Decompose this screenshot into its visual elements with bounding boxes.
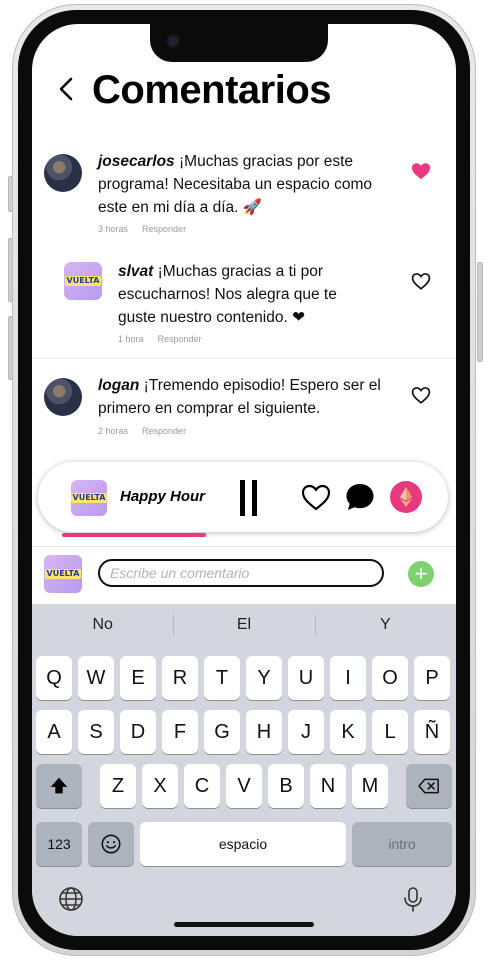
comment-time: 1 hora — [118, 334, 144, 344]
key-t[interactable]: T — [204, 656, 240, 700]
key-m[interactable]: M — [352, 764, 388, 808]
key-g[interactable]: G — [204, 710, 240, 754]
globe-icon[interactable] — [58, 886, 84, 912]
avatar: VUELTA — [44, 555, 82, 593]
space-key[interactable]: espacio — [140, 822, 346, 866]
logo-text: VUELTA — [70, 493, 108, 503]
avatar[interactable] — [44, 378, 82, 416]
key-j[interactable]: J — [288, 710, 324, 754]
home-indicator — [174, 922, 314, 927]
key-a[interactable]: A — [36, 710, 72, 754]
key-q[interactable]: Q — [36, 656, 72, 700]
screen: Comentarios josecarlos ¡Muchas gracias p… — [32, 24, 456, 936]
key-o[interactable]: O — [372, 656, 408, 700]
comment-composer: VUELTA + — [32, 546, 456, 603]
key-e[interactable]: E — [120, 656, 156, 700]
avatar[interactable]: VUELTA — [64, 262, 102, 300]
plus-icon[interactable]: + — [408, 561, 434, 587]
key-k[interactable]: K — [330, 710, 366, 754]
divider — [32, 358, 456, 359]
comment-meta: 2 horas Responder — [98, 426, 186, 436]
microphone-icon[interactable] — [400, 886, 426, 912]
comment-item: logan ¡Tremendo episodio! Espero ser el … — [32, 374, 456, 454]
emoji-key[interactable] — [88, 822, 134, 866]
heart-outline-icon[interactable] — [410, 384, 432, 406]
key-i[interactable]: I — [330, 656, 366, 700]
key-f[interactable]: F — [162, 710, 198, 754]
suggestion-item[interactable]: El — [173, 604, 314, 646]
key-h[interactable]: H — [246, 710, 282, 754]
reply-button[interactable]: Responder — [142, 426, 186, 436]
comment-body: slvat ¡Muchas gracias a ti por escucharn… — [118, 260, 368, 329]
power-button — [477, 262, 483, 362]
phone-body: Comentarios josecarlos ¡Muchas gracias p… — [12, 4, 476, 956]
comment-body: josecarlos ¡Muchas gracias por este prog… — [98, 150, 388, 219]
ethereum-icon — [400, 487, 412, 507]
keyboard: No El Y QWERTYUIOPASDFGHJKLÑZXCVBNM 123 … — [32, 604, 456, 936]
shift-key[interactable] — [36, 764, 82, 808]
ethereum-badge[interactable] — [390, 481, 422, 513]
playback-progress[interactable] — [62, 533, 422, 537]
key-z[interactable]: Z — [100, 764, 136, 808]
reply-button[interactable]: Responder — [158, 334, 202, 344]
key-n[interactable]: N — [310, 764, 346, 808]
backspace-key[interactable] — [406, 764, 452, 808]
return-key[interactable]: intro — [352, 822, 452, 866]
comment-body: logan ¡Tremendo episodio! Espero ser el … — [98, 374, 398, 420]
comment-username[interactable]: slvat — [118, 263, 153, 280]
front-camera — [168, 36, 178, 46]
key-w[interactable]: W — [78, 656, 114, 700]
reply-button[interactable]: Responder — [142, 224, 186, 234]
mini-player[interactable]: VUELTA Happy Hour — [38, 462, 448, 532]
logo-text: VUELTA — [44, 569, 82, 579]
key-r[interactable]: R — [162, 656, 198, 700]
suggestion-item[interactable]: Y — [314, 604, 456, 646]
key-y[interactable]: Y — [246, 656, 282, 700]
key-u[interactable]: U — [288, 656, 324, 700]
phone-bezel: Comentarios josecarlos ¡Muchas gracias p… — [18, 10, 470, 950]
key-b[interactable]: B — [268, 764, 304, 808]
comment-item: josecarlos ¡Muchas gracias por este prog… — [32, 150, 456, 260]
page-title: Comentarios — [92, 68, 332, 112]
key-l[interactable]: L — [372, 710, 408, 754]
key-x[interactable]: X — [142, 764, 178, 808]
comment-username[interactable]: logan — [98, 377, 139, 394]
comment-meta: 1 hora Responder — [118, 334, 202, 344]
episode-title[interactable]: Happy Hour — [120, 488, 205, 505]
comment-input[interactable] — [98, 559, 384, 587]
key-s[interactable]: S — [78, 710, 114, 754]
comment-meta: 3 horas Responder — [98, 224, 186, 234]
heart-outline-icon[interactable] — [410, 270, 432, 292]
avatar[interactable] — [44, 154, 82, 192]
comment-username[interactable]: josecarlos — [98, 153, 175, 170]
key-ñ[interactable]: Ñ — [414, 710, 450, 754]
logo-text: VUELTA — [64, 276, 102, 286]
numbers-key[interactable]: 123 — [36, 822, 82, 866]
chevron-left-icon[interactable] — [52, 74, 82, 104]
backspace-icon — [418, 778, 439, 794]
suggestion-bar: No El Y — [32, 604, 456, 646]
emoji-icon — [101, 834, 121, 854]
comment-time: 3 horas — [98, 224, 129, 234]
progress-fill — [62, 533, 206, 537]
chat-bubble-icon[interactable] — [344, 481, 376, 513]
comment-item: VUELTA slvat ¡Muchas gracias a ti por es… — [32, 260, 456, 358]
comment-time: 2 horas — [98, 426, 129, 436]
episode-thumbnail[interactable]: VUELTA — [70, 480, 108, 516]
suggestion-item[interactable]: No — [32, 604, 173, 646]
device-frame: Comentarios josecarlos ¡Muchas gracias p… — [0, 0, 500, 968]
heart-icon[interactable] — [300, 481, 332, 513]
key-c[interactable]: C — [184, 764, 220, 808]
comment-text: ¡Tremendo episodio! Espero ser el primer… — [98, 377, 381, 417]
notch — [150, 24, 328, 62]
pause-icon[interactable] — [238, 480, 260, 516]
key-d[interactable]: D — [120, 710, 156, 754]
key-v[interactable]: V — [226, 764, 262, 808]
shift-icon — [50, 777, 68, 794]
heart-filled-icon[interactable] — [410, 160, 432, 182]
key-p[interactable]: P — [414, 656, 450, 700]
header: Comentarios — [32, 64, 456, 124]
